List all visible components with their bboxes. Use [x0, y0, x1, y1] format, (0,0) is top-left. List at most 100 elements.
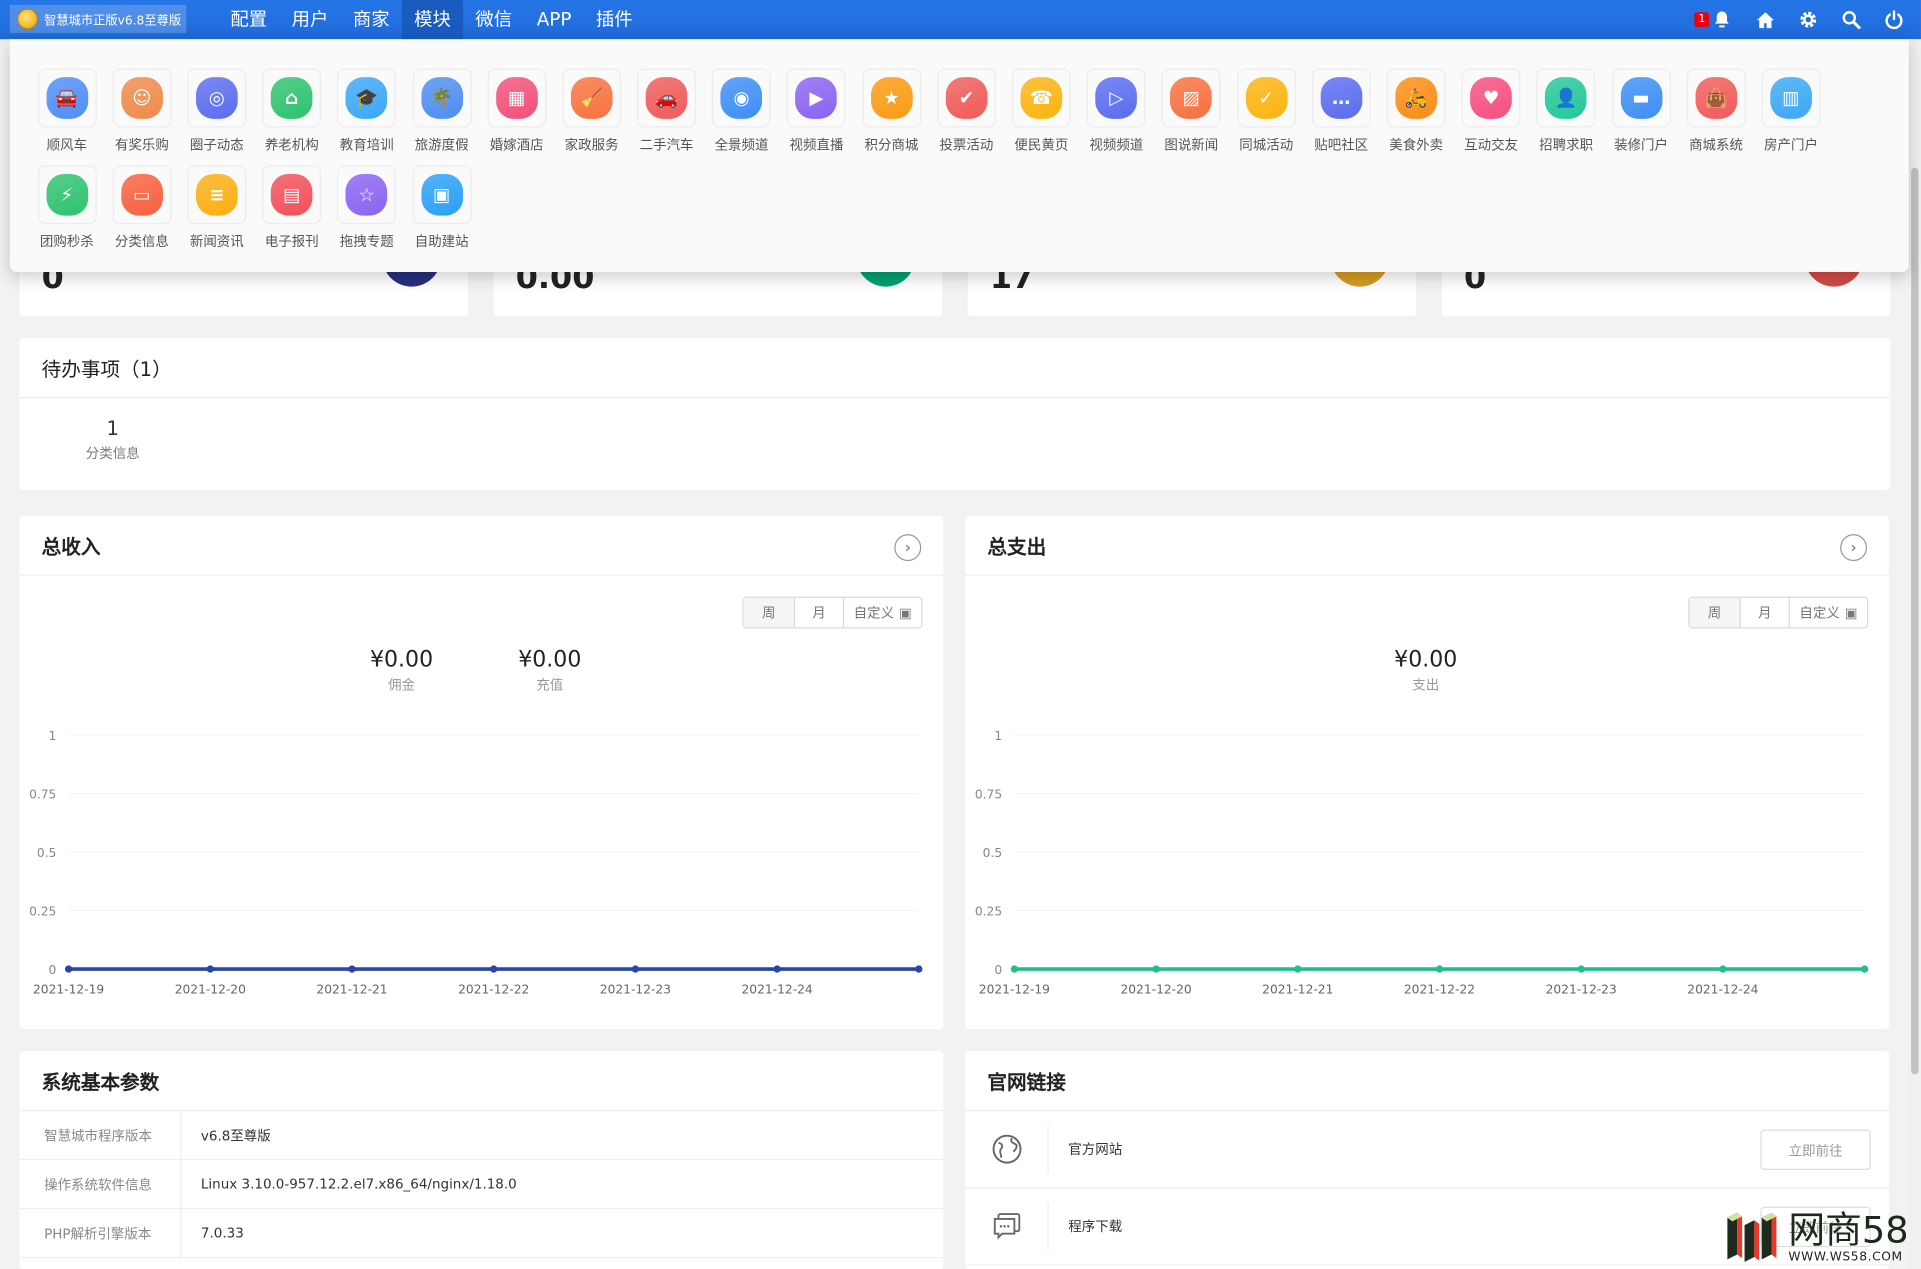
search-icon[interactable] — [1840, 9, 1861, 30]
data-point — [1719, 965, 1727, 973]
module-icon-frame: ▤ — [262, 165, 322, 225]
system-key: PHP解析引擎版本 — [20, 1209, 182, 1257]
module-item[interactable]: ▦ 婚嫁酒店 — [479, 68, 554, 166]
module-icon-frame: ◉ — [712, 68, 771, 128]
module-item[interactable]: ✔ 投票活动 — [929, 68, 1004, 166]
image-icon: ▨ — [1170, 77, 1213, 119]
nav-users[interactable]: 用户 — [279, 0, 340, 39]
x-tick-label: 2021-12-22 — [458, 983, 529, 997]
nav-wechat[interactable]: 微信 — [463, 0, 524, 39]
nav-merchants[interactable]: 商家 — [341, 0, 402, 39]
range-week[interactable]: 周 — [743, 597, 794, 628]
power-icon[interactable] — [1883, 9, 1904, 30]
module-item[interactable]: ▭ 分类信息 — [104, 165, 179, 262]
bell-icon[interactable] — [1711, 9, 1732, 30]
module-item[interactable]: ▨ 图说新闻 — [1154, 68, 1229, 166]
range-custom-label: 自定义 — [853, 605, 895, 622]
module-item[interactable]: ⌂ 养老机构 — [254, 68, 329, 166]
module-icon-frame: ▥ — [1761, 68, 1821, 128]
y-tick-label: 0.5 — [983, 846, 1002, 860]
system-card: 系统基本参数 智慧城市程序版本 v6.8至尊版 操作系统软件信息 Linux 3… — [19, 1051, 944, 1269]
module-item[interactable]: ☎ 便民黄页 — [1004, 68, 1079, 166]
module-item[interactable]: 🎓 教育培训 — [329, 68, 404, 166]
module-item[interactable]: ▬ 装修门户 — [1604, 68, 1679, 166]
module-item[interactable]: ▶ 视频直播 — [779, 68, 854, 166]
module-item[interactable]: ☺ 有奖乐购 — [104, 68, 179, 166]
y-tick-label: 0.75 — [975, 787, 1002, 801]
module-item[interactable]: ⚡ 团购秒杀 — [29, 165, 104, 262]
module-item[interactable]: 👜 商城系统 — [1679, 68, 1754, 166]
module-item[interactable]: ▤ 电子报刊 — [254, 165, 329, 262]
x-tick-label: 2021-12-22 — [1404, 983, 1475, 997]
watermark-url: WWW.WS58.COM — [1788, 1250, 1903, 1264]
module-label: 贴吧社区 — [1314, 137, 1369, 154]
module-item[interactable]: ≡ 新闻资讯 — [179, 165, 254, 262]
nav-config[interactable]: 配置 — [218, 0, 279, 39]
x-tick-label: 2021-12-19 — [979, 983, 1050, 997]
todo-item[interactable]: 1 分类信息 — [64, 417, 162, 464]
module-item[interactable]: 🧹 家政服务 — [554, 68, 629, 166]
module-icon-frame: ☎ — [1011, 68, 1071, 128]
module-item[interactable]: 👤 招聘求职 — [1529, 68, 1604, 166]
range-custom[interactable]: 自定义 ▣ — [1788, 597, 1867, 628]
module-item[interactable]: 🌴 旅游度假 — [404, 68, 479, 166]
chevron-right-icon[interactable]: › — [1840, 534, 1868, 562]
income-chart: 0 0.25 0.5 0.75 1 2021-12-19 2021-12-20 2021-12… — [29, 729, 923, 997]
ballot-box-icon: ✔ — [945, 77, 988, 119]
nav-app[interactable]: APP — [524, 0, 583, 39]
module-icon-frame: 🚗 — [637, 68, 696, 128]
range-month[interactable]: 月 — [793, 597, 843, 628]
income-title: 总收入 › — [19, 516, 944, 576]
module-item[interactable]: … 贴吧社区 — [1304, 68, 1379, 166]
module-icon-frame: ▨ — [1161, 68, 1221, 128]
scrollbar-thumb[interactable] — [1911, 167, 1919, 1075]
module-item[interactable]: ▣ 自助建站 — [404, 165, 479, 262]
range-month[interactable]: 月 — [1739, 597, 1789, 628]
module-item[interactable]: ♥ 互动交友 — [1454, 68, 1529, 166]
module-label: 积分商城 — [864, 137, 919, 154]
page-scrollbar[interactable] — [1908, 39, 1921, 1269]
module-label: 顺风车 — [46, 137, 88, 154]
system-value: 7.0.33 — [200, 1225, 244, 1242]
phone-book-icon: ☎ — [1020, 77, 1063, 119]
module-icon-frame: ★ — [862, 68, 921, 128]
module-icon-frame: ⌂ — [262, 68, 322, 128]
module-icon-frame: 👤 — [1536, 68, 1596, 128]
system-row: 智慧城市程序版本 v6.8至尊版 — [19, 1111, 944, 1161]
header-actions: 1 — [1694, 0, 1904, 39]
data-point — [1435, 965, 1444, 973]
nav-plugins[interactable]: 插件 — [584, 0, 645, 39]
palm-tree-icon: 🌴 — [420, 77, 463, 119]
income-card: 总收入 › 周 月 自定义 ▣ ¥0.00 佣金 ¥0.00 充值 0 0.25 0.… — [19, 515, 944, 1030]
module-item[interactable]: 🚗 二手汽车 — [629, 68, 704, 166]
module-label: 旅游度假 — [414, 137, 469, 154]
expense-chart: 0 0.25 0.5 0.75 1 2021-12-19 2021-12-20 2021-12… — [975, 729, 1869, 997]
range-week[interactable]: 周 — [1689, 597, 1740, 628]
x-tick-label: 2021-12-23 — [600, 983, 671, 997]
modules-dropdown: 🚘 顺风车 ☺ 有奖乐购 ◎ 圈子动态 ⌂ 养老机构 🎓 教育培训 🌴 旅游度假 ▦ 婚嫁酒店 🧹 家政服务 🚗… — [9, 39, 1909, 272]
module-item[interactable]: ✓ 同城活动 — [1229, 68, 1304, 166]
gear-icon[interactable] — [1797, 9, 1818, 30]
home-icon[interactable] — [1754, 9, 1775, 30]
document-icon: ≡ — [195, 173, 238, 216]
watermark-logo-icon — [1725, 1210, 1781, 1264]
brand-logo[interactable]: 智慧城市正版v6.8至尊版 — [9, 4, 187, 34]
module-item[interactable]: ◉ 全景频道 — [704, 68, 779, 166]
module-item[interactable]: ▥ 房产门户 — [1754, 68, 1829, 166]
module-item[interactable]: ☆ 拖拽专题 — [329, 165, 404, 262]
y-tick-label: 0 — [49, 963, 57, 977]
go-website-button[interactable]: 立即前往 — [1760, 1129, 1871, 1170]
message-bubbles-icon: … — [1320, 77, 1363, 119]
nav-modules[interactable]: 模块 — [401, 0, 464, 40]
range-custom[interactable]: 自定义 ▣ — [842, 597, 921, 628]
module-icon-frame: ⚡ — [37, 165, 97, 225]
module-item[interactable]: 🚘 顺风车 — [29, 68, 104, 166]
module-item[interactable]: ▷ 视频频道 — [1079, 68, 1154, 166]
kpi-value: ¥0.00 — [369, 646, 434, 673]
chevron-right-icon[interactable]: › — [894, 534, 922, 562]
shopping-bag-icon: 👜 — [1695, 77, 1737, 119]
module-item[interactable]: 🛵 美食外卖 — [1379, 68, 1454, 166]
module-item[interactable]: ◎ 圈子动态 — [179, 68, 254, 166]
award-icon: ★ — [870, 77, 913, 119]
module-item[interactable]: ★ 积分商城 — [854, 68, 929, 166]
